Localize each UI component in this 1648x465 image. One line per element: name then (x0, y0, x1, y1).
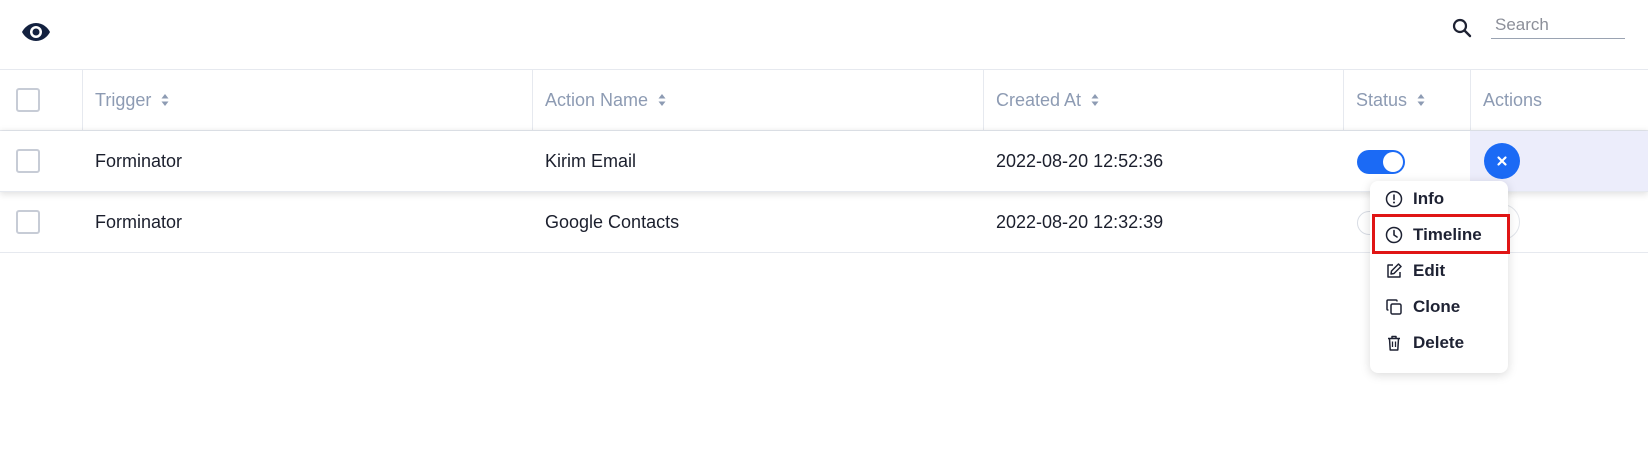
trash-icon (1388, 335, 1400, 351)
row-actions-menu: Info Timeline Edit Clone Delete (1370, 181, 1508, 373)
menu-item-edit[interactable]: Edit (1370, 253, 1508, 289)
row-checkbox[interactable] (16, 210, 40, 234)
edit-icon (1387, 263, 1402, 278)
sort-icon[interactable] (1091, 93, 1099, 107)
action-name-cell: Google Contacts (545, 211, 680, 232)
menu-item-label: Edit (1413, 261, 1446, 280)
column-header-label: Action Name (545, 89, 649, 110)
eye-icon[interactable] (21, 21, 51, 43)
trigger-cell: Forminator (95, 211, 183, 232)
action-name-cell: Kirim Email (545, 150, 637, 171)
created-at-cell: 2022-08-20 12:52:36 (996, 150, 1164, 171)
sort-icon[interactable] (658, 93, 666, 107)
close-menu-button[interactable] (1484, 143, 1520, 179)
column-header-status[interactable]: Status (1343, 70, 1471, 130)
menu-item-delete[interactable]: Delete (1370, 325, 1508, 361)
sort-icon[interactable] (161, 93, 169, 107)
menu-item-label: Clone (1413, 297, 1461, 316)
clock-icon (1385, 226, 1403, 244)
trigger-cell: Forminator (95, 150, 183, 171)
info-icon (1385, 190, 1403, 208)
search-icon[interactable] (1451, 17, 1473, 39)
column-header-label: Trigger (95, 89, 152, 110)
table-header: Trigger Action Name Created At Status Ac… (0, 70, 1648, 131)
column-header-label: Actions (1483, 89, 1543, 110)
menu-item-info[interactable]: Info (1370, 181, 1508, 217)
menu-item-label: Delete (1413, 333, 1465, 352)
column-header-label: Created At (996, 89, 1082, 110)
menu-item-label: Timeline (1413, 225, 1482, 244)
column-header-created-at[interactable]: Created At (983, 70, 1356, 130)
close-icon (1497, 156, 1507, 166)
search-input[interactable] (1491, 12, 1625, 39)
select-all-checkbox[interactable] (16, 88, 40, 112)
menu-item-timeline[interactable]: Timeline (1370, 217, 1508, 253)
status-toggle[interactable] (1357, 150, 1405, 174)
clone-icon (1386, 299, 1402, 315)
row-checkbox[interactable] (16, 149, 40, 173)
menu-item-label: Info (1413, 189, 1445, 208)
column-header-trigger[interactable]: Trigger (82, 70, 545, 130)
toggle-knob (1383, 152, 1403, 172)
sort-icon[interactable] (1417, 93, 1425, 107)
menu-item-clone[interactable]: Clone (1370, 289, 1508, 325)
top-bar (0, 0, 1648, 70)
column-header-action-name[interactable]: Action Name (532, 70, 995, 130)
column-header-label: Status (1356, 89, 1408, 110)
column-header-actions: Actions (1470, 70, 1648, 130)
created-at-cell: 2022-08-20 12:32:39 (996, 211, 1164, 232)
